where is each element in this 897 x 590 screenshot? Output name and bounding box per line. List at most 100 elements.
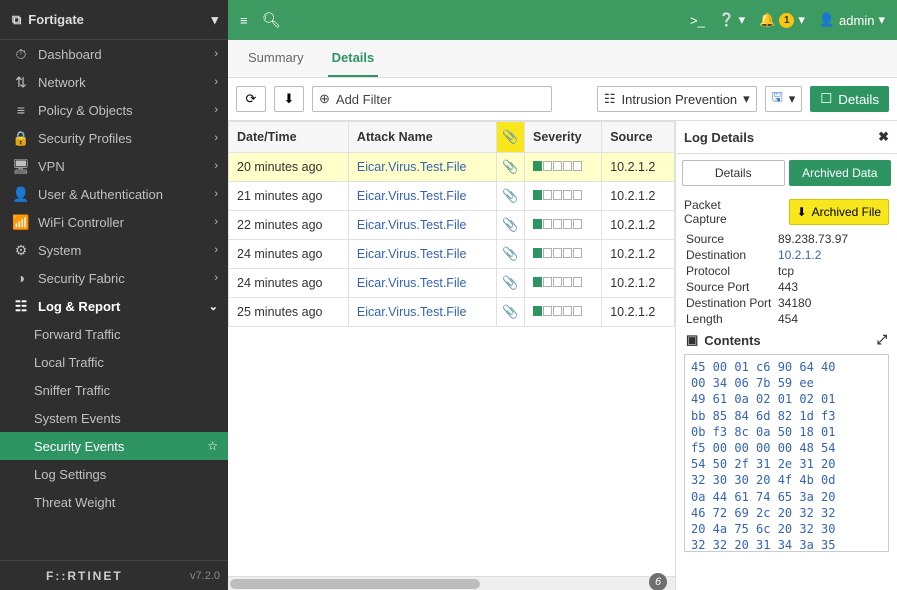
cell-severity [524, 182, 601, 211]
packet-capture-label: Packet Capture [684, 198, 727, 226]
cell-severity [524, 211, 601, 240]
expand-icon[interactable]: ⤢ [877, 332, 887, 348]
paperclip-icon: 📎 [502, 129, 518, 144]
paperclip-icon: 📎 [502, 159, 518, 174]
tab-summary[interactable]: Summary [244, 40, 308, 77]
tab-log-details[interactable]: Details [682, 160, 785, 186]
cell-attachment[interactable]: 📎 [496, 153, 524, 182]
col-attachment[interactable]: 📎 [496, 122, 524, 153]
details-toggle-button[interactable]: ☐ Details [810, 86, 889, 112]
collapse-icon[interactable]: ▣ [686, 332, 698, 348]
version-label: v7.2.0 [190, 570, 220, 582]
kv-protocol-value: tcp [778, 264, 887, 278]
close-details-button[interactable]: ✖ [878, 129, 889, 145]
horizontal-scrollbar[interactable]: 6 [228, 576, 675, 590]
sidebar-sub-threat-weight[interactable]: Threat Weight [0, 488, 228, 516]
cell-attack[interactable]: Eicar.Virus.Test.File [348, 298, 496, 327]
sidebar-sub-security-events[interactable]: Security Events☆ [0, 432, 228, 460]
paperclip-icon: 📎 [502, 246, 518, 261]
sidebar-item-vpn[interactable]: 🖥VPN› [0, 152, 228, 180]
favorite-icon[interactable]: ☆ [207, 439, 218, 453]
cell-time: 20 minutes ago [229, 153, 349, 182]
cell-source: 10.2.1.2 [602, 298, 675, 327]
cell-attachment[interactable]: 📎 [496, 182, 524, 211]
menu-toggle[interactable]: ≡ [240, 13, 248, 28]
log-details-header: Log Details ✖ [676, 121, 897, 154]
packet-metadata: Source89.238.73.97 Destination10.2.1.2 P… [676, 232, 897, 326]
scroll-thumb[interactable] [230, 579, 480, 589]
table-row[interactable]: 24 minutes agoEicar.Virus.Test.File📎10.2… [229, 240, 675, 269]
search-button[interactable]: 🔍︎ [262, 11, 281, 29]
chevron-right-icon: › [214, 272, 218, 284]
user-menu[interactable]: 👤 admin ▾ [819, 12, 885, 28]
sidebar-item-user-auth[interactable]: 👤User & Authentication› [0, 180, 228, 208]
table-row[interactable]: 22 minutes agoEicar.Virus.Test.File📎10.2… [229, 211, 675, 240]
kv-dport-value: 34180 [778, 296, 887, 310]
cell-severity [524, 298, 601, 327]
kv-sport-label: Source Port [686, 280, 778, 294]
network-icon: ⇅ [12, 74, 30, 91]
col-severity[interactable]: Severity [524, 122, 601, 153]
cell-severity [524, 153, 601, 182]
device-selector[interactable]: ⧉ Fortigate ▾ [0, 0, 228, 40]
log-type-select[interactable]: ☷ Intrusion Prevention ▾ [597, 86, 757, 112]
archived-file-button[interactable]: ⬇ Archived File [789, 199, 889, 225]
help-menu[interactable]: ❔ ▾ [719, 12, 745, 28]
chevron-right-icon: › [214, 48, 218, 60]
cell-attack[interactable]: Eicar.Virus.Test.File [348, 240, 496, 269]
table-row[interactable]: 25 minutes agoEicar.Virus.Test.File📎10.2… [229, 298, 675, 327]
table-row[interactable]: 24 minutes agoEicar.Virus.Test.File📎10.2… [229, 269, 675, 298]
table-row[interactable]: 20 minutes agoEicar.Virus.Test.File📎10.2… [229, 153, 675, 182]
cell-attachment[interactable]: 📎 [496, 269, 524, 298]
cell-attachment[interactable]: 📎 [496, 298, 524, 327]
add-filter-input[interactable]: ⊕ Add Filter [312, 86, 552, 112]
col-attack-name[interactable]: Attack Name [348, 122, 496, 153]
chevron-down-icon: ▾ [789, 91, 796, 107]
sidebar-item-security-profiles[interactable]: 🔒Security Profiles› [0, 124, 228, 152]
col-source[interactable]: Source [602, 122, 675, 153]
table-row[interactable]: 21 minutes agoEicar.Virus.Test.File📎 10.2… [229, 182, 675, 211]
kv-sport-value: 443 [778, 280, 887, 294]
hex-dump[interactable]: 45 00 01 c6 90 64 40 00 34 06 7b 59 ee 4… [684, 354, 889, 552]
sidebar-item-policy[interactable]: ≡Policy & Objects› [0, 96, 228, 124]
paperclip-icon: 📎 [502, 275, 518, 290]
sidebar-sub-log-settings[interactable]: Log Settings [0, 460, 228, 488]
chevron-down-icon: ⌄ [209, 300, 218, 313]
sidebar-sub-system-events[interactable]: System Events [0, 404, 228, 432]
chevron-right-icon: › [214, 188, 218, 200]
cell-attack[interactable]: Eicar.Virus.Test.File [348, 269, 496, 298]
chevron-down-icon: ▾ [743, 91, 750, 107]
cell-attack[interactable]: Eicar.Virus.Test.File [348, 211, 496, 240]
download-button[interactable]: ⬇ [274, 86, 304, 112]
sidebar-item-wifi[interactable]: 📶WiFi Controller› [0, 208, 228, 236]
device-name: Fortigate [28, 12, 84, 27]
cell-source: 10.2.1.2 [602, 182, 675, 211]
sidebar-item-log-report[interactable]: ☷Log & Report⌄ [0, 292, 228, 320]
cli-button[interactable]: >_ [690, 13, 705, 28]
notifications-menu[interactable]: 🔔1 ▾ [759, 12, 805, 28]
sidebar-item-dashboard[interactable]: ⏱Dashboard› [0, 40, 228, 68]
user-icon: 👤 [12, 186, 30, 203]
cell-time: 21 minutes ago [229, 182, 349, 211]
cell-source: 10.2.1.2 [602, 269, 675, 298]
refresh-button[interactable]: ⟳ [236, 86, 266, 112]
cell-attachment[interactable]: 📎 [496, 211, 524, 240]
cell-attack[interactable]: Eicar.Virus.Test.File [348, 153, 496, 182]
view-select[interactable]: 🖫 ▾ [765, 86, 803, 112]
col-date-time[interactable]: Date/Time [229, 122, 349, 153]
chevron-right-icon: › [214, 104, 218, 116]
sidebar-sub-sniffer-traffic[interactable]: Sniffer Traffic [0, 376, 228, 404]
cell-attack[interactable]: Eicar.Virus.Test.File [348, 182, 496, 211]
sidebar-item-security-fabric[interactable]: ◑Security Fabric› [0, 264, 228, 292]
sidebar-sub-local-traffic[interactable]: Local Traffic [0, 348, 228, 376]
tab-archived-data[interactable]: Archived Data [789, 160, 892, 186]
cell-attachment[interactable]: 📎 [496, 240, 524, 269]
sidebar-sub-forward-traffic[interactable]: Forward Traffic [0, 320, 228, 348]
kv-dest-value: 10.2.1.2 [778, 248, 887, 262]
tab-details[interactable]: Details [328, 40, 379, 77]
page-indicator: 6 [649, 573, 667, 590]
sidebar-item-system[interactable]: ⚙System› [0, 236, 228, 264]
topbar: ≡ 🔍︎ >_ ❔ ▾ 🔔1 ▾ 👤 admin ▾ [228, 0, 897, 40]
sidebar-item-network[interactable]: ⇅Network› [0, 68, 228, 96]
table-header-row: Date/Time Attack Name 📎 Severity Source [229, 122, 675, 153]
